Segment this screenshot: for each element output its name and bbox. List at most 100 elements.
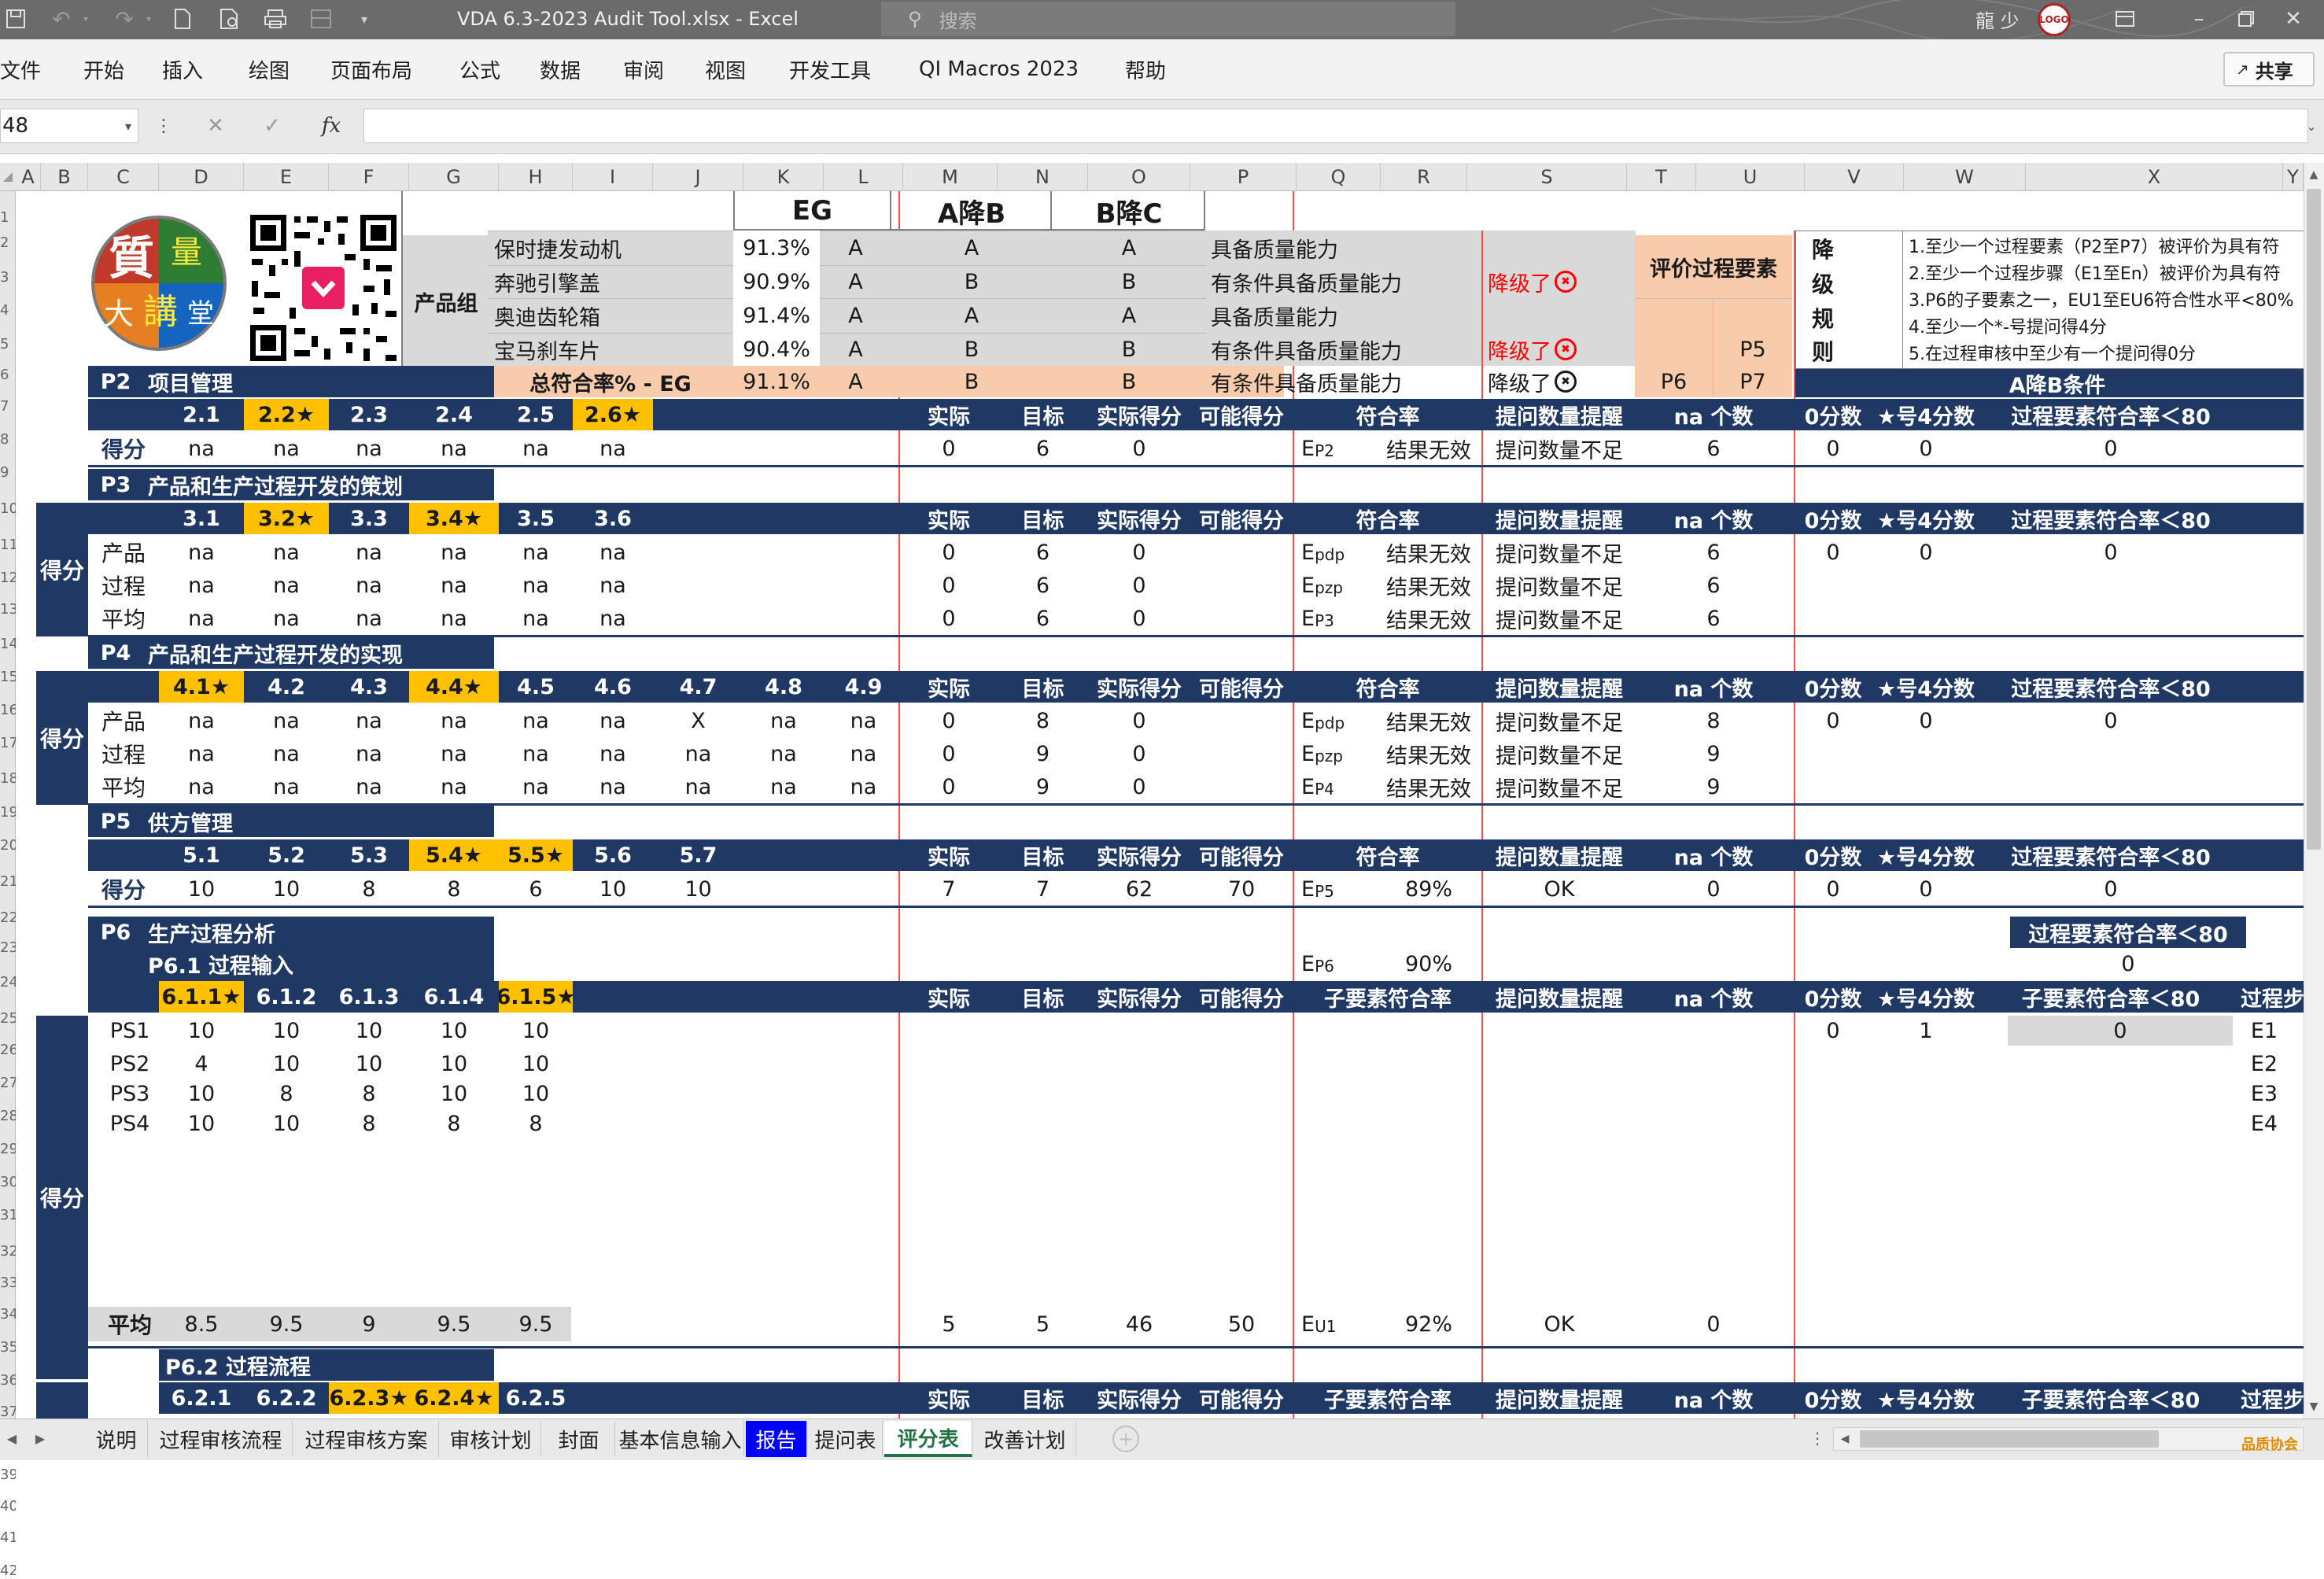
formula-input[interactable] — [363, 109, 2308, 143]
score-cell: 10 — [355, 1018, 383, 1043]
sheet-tab[interactable]: 过程审核方案 — [294, 1421, 439, 1457]
item-header: 4.1★ — [159, 671, 244, 703]
select-all-corner[interactable] — [0, 163, 16, 191]
total-eg: A — [848, 369, 863, 394]
tab-view[interactable]: 视图 — [700, 55, 747, 83]
sheet-tab[interactable]: 评分表 — [884, 1421, 972, 1457]
rule-line: 4.至少一个*-号提问得4分 — [1909, 318, 2107, 338]
customize-toolbar-icon[interactable]: ▾ — [352, 6, 376, 31]
score-cell: na — [356, 774, 382, 799]
cancel-entry-icon[interactable]: ✕ — [200, 109, 231, 143]
actual-value: 0 — [942, 436, 956, 461]
scroll-down-icon[interactable]: ▼ — [2304, 1397, 2324, 1416]
tab-developer[interactable]: 开发工具 — [784, 55, 879, 83]
close-icon[interactable]: ✕ — [2274, 6, 2313, 31]
search-box[interactable]: ⚲ 搜索 — [881, 2, 1455, 36]
vertical-scroll-thumb[interactable] — [2307, 189, 2321, 850]
sheet-tab[interactable]: 审核计划 — [441, 1421, 541, 1457]
e-label-sub: P2 — [1315, 441, 1334, 460]
sheet-tab[interactable]: 改善计划 — [974, 1421, 1076, 1457]
prev-sheet-icon[interactable]: ◀ — [0, 1424, 24, 1452]
expand-formula-bar-icon[interactable]: ⌄ — [2302, 113, 2321, 138]
insert-function-icon[interactable]: fx — [313, 109, 349, 143]
zero-count-value: 0 — [1826, 436, 1840, 461]
scroll-left-icon[interactable]: ◀ — [1835, 1427, 1855, 1451]
logo-char: 堂 — [187, 297, 214, 330]
save-icon[interactable] — [3, 6, 28, 31]
total-label: 总符合率% - EG — [529, 371, 692, 397]
item-header: 5.4★ — [409, 839, 499, 871]
share-button[interactable]: ↗ 共享 — [2223, 52, 2315, 87]
score-cell: na — [273, 573, 300, 598]
formula-options-icon[interactable]: ⋮ — [154, 109, 173, 143]
user-avatar-icon[interactable]: LOGO — [2038, 3, 2071, 36]
item-header: 6.1.3 — [338, 984, 400, 1009]
section-code: P4 — [88, 637, 143, 669]
horizontal-scroll-thumb[interactable] — [1860, 1430, 2159, 1448]
name-box[interactable]: 48 ▾ — [0, 109, 138, 143]
sheet-tab[interactable]: 报告 — [746, 1421, 807, 1457]
sheet-tab[interactable]: 基本信息输入 — [617, 1421, 744, 1457]
quick-print-icon[interactable] — [260, 6, 291, 31]
tab-page-layout[interactable]: 页面布局 — [326, 55, 420, 83]
actual-value: 7 — [942, 876, 956, 902]
new-file-icon[interactable] — [167, 6, 198, 31]
rate-value: 92% — [1404, 1312, 1452, 1337]
form-icon[interactable] — [305, 6, 337, 31]
user-name[interactable]: 龍 少 — [1971, 5, 2030, 33]
sheet-tab[interactable]: 说明 — [85, 1421, 148, 1457]
scroll-up-icon[interactable]: ▲ — [2304, 165, 2324, 184]
score-cell: na — [522, 606, 549, 631]
ribbon-display-options-icon[interactable] — [2105, 6, 2145, 31]
header-na-count: na 个数 — [1673, 1388, 1754, 1413]
na-value: 8 — [1706, 708, 1721, 733]
tab-data[interactable]: 数据 — [535, 55, 582, 83]
score-cell: 8 — [362, 1081, 376, 1106]
below-80-value: 0 — [2104, 708, 2118, 733]
sheet-tab[interactable]: 提问表 — [809, 1421, 883, 1457]
rate-value: 结果无效 — [1386, 575, 1471, 600]
next-sheet-icon[interactable]: ▶ — [28, 1424, 52, 1452]
target-value: 6 — [1035, 540, 1050, 565]
row-header: 18 — [0, 769, 16, 787]
header-na-count: na 个数 — [1673, 987, 1754, 1012]
tab-home[interactable]: 开始 — [79, 55, 126, 83]
undo-icon[interactable]: ↶ — [46, 6, 77, 31]
section-title: 供方管理 — [143, 806, 494, 837]
print-preview-icon[interactable] — [214, 6, 245, 31]
score-cell: na — [188, 708, 215, 733]
average-cell: 9.5 — [518, 1312, 553, 1337]
item-header: 6.2.4★ — [409, 1382, 499, 1414]
tab-formulas[interactable]: 公式 — [455, 55, 502, 83]
row-header: 33 — [0, 1274, 16, 1291]
tab-file[interactable]: 文件 — [0, 55, 47, 83]
undo-dropdown-icon[interactable]: ▾ — [79, 6, 93, 31]
reminder-value: 提问数量不足 — [1496, 575, 1623, 600]
tab-insert[interactable]: 插入 — [157, 55, 205, 83]
tab-review[interactable]: 审阅 — [618, 55, 666, 83]
sheet-tab[interactable]: 封面 — [543, 1421, 615, 1457]
sheet-tab[interactable]: 过程审核流程 — [149, 1421, 293, 1457]
column-header: J — [653, 163, 743, 191]
qr-code — [245, 210, 401, 366]
header-star4-count: ★号4分数 — [1877, 677, 1975, 702]
confirm-entry-icon[interactable]: ✓ — [256, 109, 288, 143]
tab-draw[interactable]: 绘图 — [244, 55, 291, 83]
name-box-dropdown-icon[interactable]: ▾ — [125, 119, 131, 134]
minimize-icon[interactable]: – — [2179, 6, 2219, 31]
redo-icon[interactable]: ↷ — [109, 6, 140, 31]
row-header: 14 — [0, 635, 16, 652]
score-cell: 10 — [272, 1111, 301, 1136]
maximize-icon[interactable] — [2226, 6, 2266, 31]
item-header: 4.8 — [765, 674, 802, 699]
column-header: N — [998, 163, 1088, 191]
row-header: 35 — [0, 1338, 16, 1356]
tab-help[interactable]: 帮助 — [1120, 55, 1168, 83]
add-sheet-icon[interactable]: + — [1112, 1426, 1139, 1452]
score-cell: na — [522, 741, 549, 766]
tab-bar-options-icon[interactable]: ⋮ — [1809, 1424, 1825, 1452]
item-header: 4.6 — [594, 674, 632, 699]
item-header: 6.1.1★ — [159, 981, 244, 1013]
redo-dropdown-icon[interactable]: ▾ — [142, 6, 156, 31]
tab-qi-macros[interactable]: QI Macros 2023 — [914, 55, 1087, 83]
